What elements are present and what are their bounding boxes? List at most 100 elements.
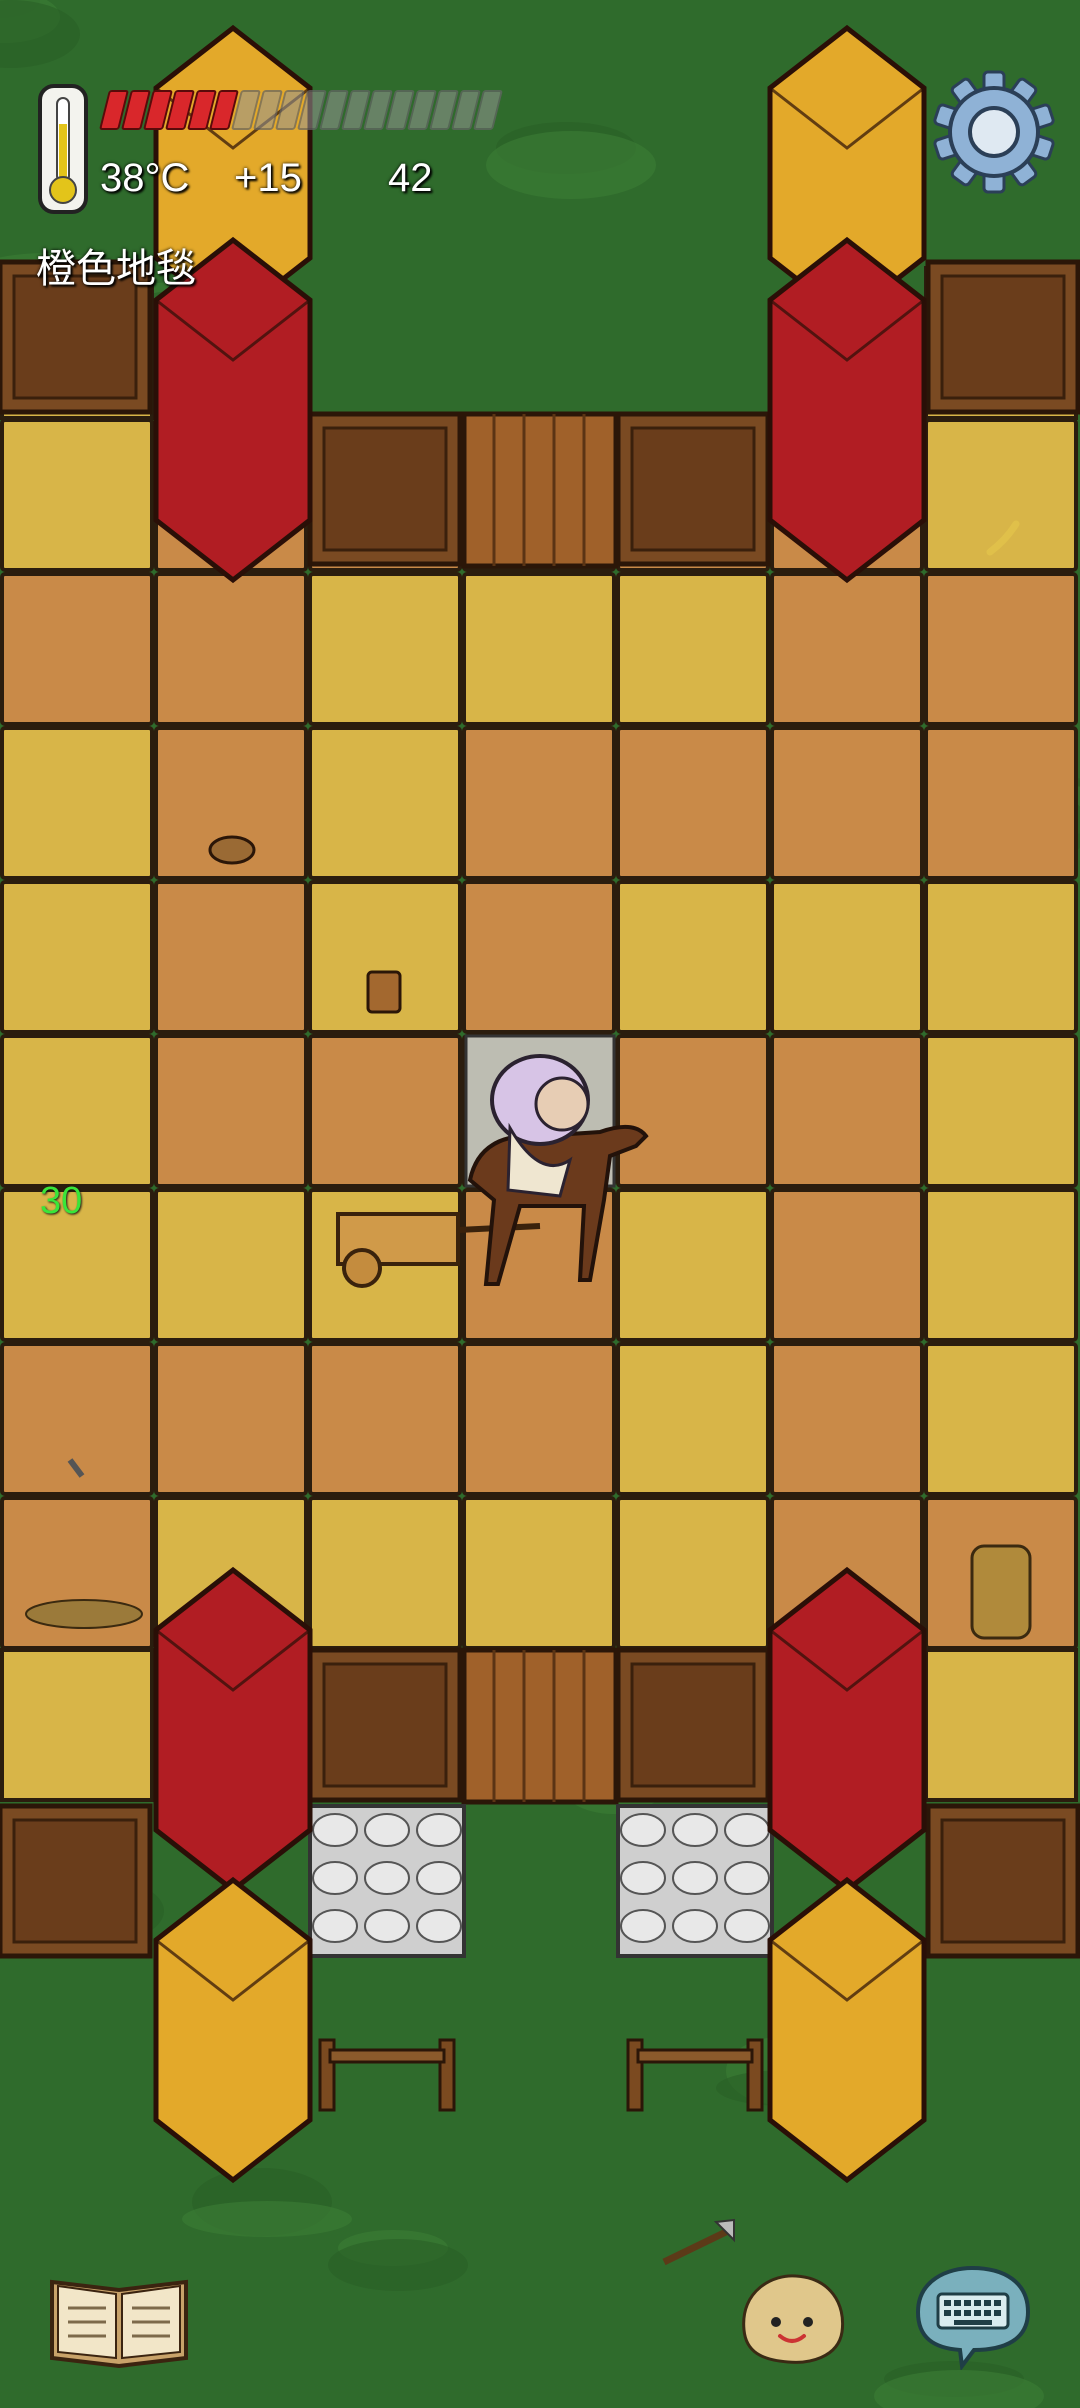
pillar	[767, 236, 927, 584]
floor-tile	[616, 1188, 770, 1342]
grass-patch	[486, 131, 656, 199]
floor-tile	[462, 1496, 616, 1650]
floor-tile	[616, 572, 770, 726]
stone	[312, 1861, 358, 1895]
emote-face-icon[interactable]	[734, 2270, 850, 2366]
stone	[416, 1813, 462, 1847]
floor-tile	[924, 1034, 1078, 1188]
keyboard-key	[984, 2300, 991, 2306]
floor-tile	[154, 1188, 308, 1342]
keyboard-spacebar	[954, 2320, 992, 2325]
floor-tile	[462, 880, 616, 1034]
floor-tile	[924, 726, 1078, 880]
wood-wall-inset	[12, 1818, 138, 1944]
keyboard-key	[964, 2310, 971, 2316]
age-readout: 42	[388, 156, 433, 200]
floor-tile	[154, 880, 308, 1034]
stone	[312, 1813, 358, 1847]
stone	[724, 1813, 770, 1847]
floor-tile	[924, 572, 1078, 726]
keyboard-key	[954, 2300, 961, 2306]
floor-tile	[462, 726, 616, 880]
floor-tile	[462, 1342, 616, 1496]
floor-tile	[0, 880, 154, 1034]
floor-tile	[0, 1034, 154, 1188]
floor-tile	[308, 572, 462, 726]
keyboard-key	[964, 2300, 971, 2306]
food-meter	[99, 90, 524, 130]
keyboard-key	[984, 2310, 991, 2316]
floor-tile	[770, 1034, 924, 1188]
floor-tile	[770, 726, 924, 880]
floor-tile	[308, 726, 462, 880]
floor-tile	[616, 1342, 770, 1496]
floor-tile	[616, 1034, 770, 1188]
wood-wall-inset	[12, 274, 138, 400]
floor-tile	[462, 572, 616, 726]
floor-tile	[308, 1496, 462, 1650]
keyboard-chat-icon[interactable]	[908, 2262, 1036, 2370]
floor-tile	[924, 1188, 1078, 1342]
stone	[364, 1909, 410, 1943]
pillar	[153, 1566, 313, 1894]
rider-face	[534, 1076, 590, 1132]
floor-tile	[308, 1342, 462, 1496]
book-icon[interactable]	[44, 2270, 194, 2370]
floor-tile	[154, 572, 308, 726]
stone	[620, 1813, 666, 1847]
keyboard-key	[954, 2310, 961, 2316]
floor-tile	[0, 1648, 154, 1802]
keyboard-key	[944, 2310, 951, 2316]
keyboard-key	[994, 2300, 1001, 2306]
floor-tile	[616, 880, 770, 1034]
stone	[620, 1861, 666, 1895]
floor-tile	[0, 572, 154, 726]
keyboard-key	[974, 2300, 981, 2306]
floor-tile	[770, 880, 924, 1034]
grass-patch	[182, 2201, 352, 2237]
stone	[416, 1861, 462, 1895]
stone	[416, 1909, 462, 1943]
floor-tile	[924, 418, 1078, 572]
pillar	[767, 1876, 927, 2184]
wood-wall-inset	[322, 426, 448, 552]
wood-wall-inset	[630, 1662, 756, 1788]
gear-icon[interactable]	[930, 68, 1058, 196]
floor-tile	[0, 726, 154, 880]
floor-tile	[154, 1034, 308, 1188]
floor-tile	[770, 1188, 924, 1342]
stone	[672, 1813, 718, 1847]
hovered-item-name: 橙色地毯	[36, 247, 196, 291]
stone	[672, 1861, 718, 1895]
stone	[724, 1861, 770, 1895]
stone	[312, 1909, 358, 1943]
wooden-door	[461, 1647, 619, 1805]
food-bonus: +15	[234, 156, 302, 200]
floor-tile	[770, 572, 924, 726]
stone	[672, 1909, 718, 1943]
cart-wheel	[342, 1248, 382, 1288]
basket-stack	[970, 1544, 1032, 1640]
thermometer-icon	[38, 84, 88, 214]
temperature-readout: 38°C	[100, 156, 190, 200]
pillar	[153, 1876, 313, 2184]
keyboard-key	[974, 2310, 981, 2316]
fence-rail	[636, 2048, 754, 2064]
floor-tile	[770, 1342, 924, 1496]
stone	[724, 1909, 770, 1943]
floor-tile	[924, 1648, 1078, 1802]
floating-number: 30	[40, 1180, 83, 1222]
floor-tile	[308, 1034, 462, 1188]
game-world[interactable]	[0, 0, 1080, 2408]
grass-patch	[328, 2239, 468, 2291]
keyboard-key	[994, 2310, 1001, 2316]
floor-tile	[616, 726, 770, 880]
wood-wall-inset	[940, 274, 1066, 400]
bowl-object	[208, 835, 256, 865]
stone	[620, 1909, 666, 1943]
stone	[364, 1813, 410, 1847]
stone	[364, 1861, 410, 1895]
floor-tile	[616, 1496, 770, 1650]
bucket-object	[366, 970, 402, 1014]
keyboard-key	[944, 2300, 951, 2306]
